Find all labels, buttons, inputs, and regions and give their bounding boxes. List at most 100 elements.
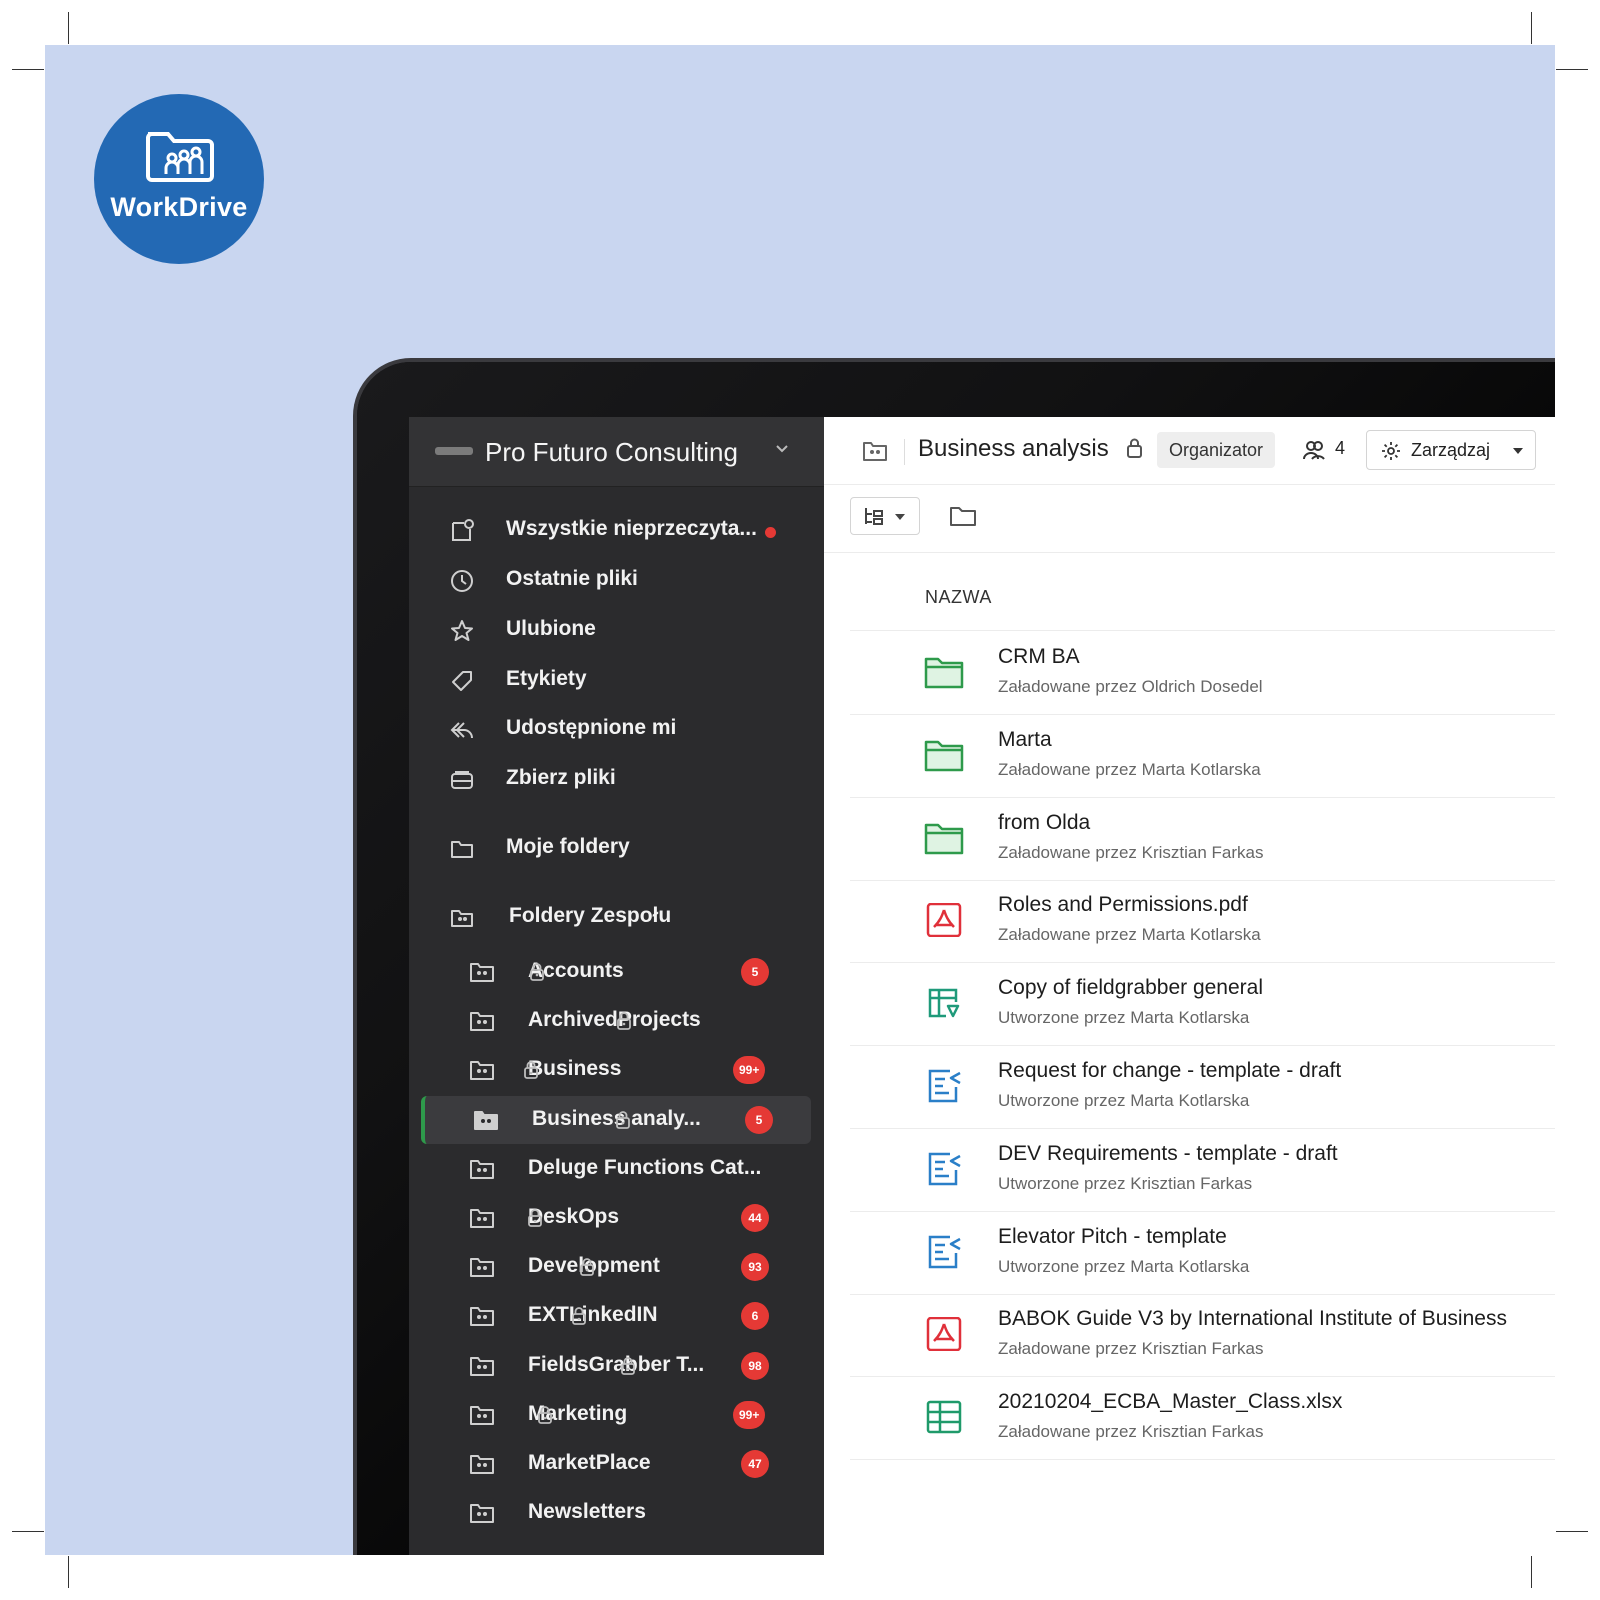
background-panel: WorkDrive Pro Futuro Consulting Wszystki…: [45, 45, 1555, 1555]
team-folder-icon: [470, 1061, 494, 1081]
nav-favorites[interactable]: Ulubione: [409, 607, 824, 653]
team-folder-item[interactable]: MarketPlace 47: [421, 1440, 811, 1488]
file-row[interactable]: Copy of fieldgrabber general Utworzone pr…: [850, 962, 1555, 1047]
org-logo: [435, 447, 473, 455]
file-name[interactable]: from Olda: [998, 811, 1090, 835]
team-folder-icon: [451, 910, 473, 927]
new-folder-icon[interactable]: [948, 503, 978, 529]
team-folder-icon: [470, 1405, 494, 1425]
crop-mark: [68, 1556, 69, 1588]
unread-count-badge: 99+: [733, 1056, 766, 1085]
file-owner: Załadowane przez Krisztian Farkas: [998, 842, 1264, 862]
file-name[interactable]: CRM BA: [998, 645, 1080, 669]
members-count[interactable]: 4: [1335, 438, 1345, 459]
team-folder-icon: [470, 963, 494, 982]
document-icon: [928, 1152, 961, 1186]
crop-mark: [68, 12, 69, 44]
toolbar: [824, 485, 1555, 553]
nav-labels[interactable]: Etykiety: [409, 657, 824, 703]
file-name[interactable]: Request for change - template - draft: [998, 1059, 1341, 1083]
folder-icon: [924, 823, 964, 854]
team-folder-label: ArchivedProjects: [528, 1008, 701, 1032]
file-owner: Utworzone przez Marta Kotlarska: [998, 1256, 1250, 1276]
file-row[interactable]: BABOK Guide V3 by International Institut…: [850, 1293, 1555, 1378]
org-name: Pro Futuro Consulting: [485, 437, 738, 467]
members-icon[interactable]: [1302, 439, 1326, 461]
file-row[interactable]: Request for change - template - draft Utw…: [850, 1045, 1555, 1129]
file-name[interactable]: DEV Requirements - template - draft: [998, 1142, 1338, 1166]
unread-icon: [452, 519, 474, 541]
crop-mark: [1531, 1556, 1532, 1588]
nav-collect-files[interactable]: Zbierz pliki: [409, 756, 824, 802]
manage-label: Zarządzaj: [1411, 440, 1491, 460]
crop-mark: [12, 1531, 44, 1532]
team-folder-icon: [470, 1209, 494, 1228]
team-folder-item[interactable]: Marketing 99+: [421, 1391, 811, 1439]
nav-unread[interactable]: Wszystkie nieprzeczyta...: [409, 507, 824, 553]
unread-count-badge: 5: [745, 1105, 773, 1134]
file-owner: Utworzone przez Marta Kotlarska: [998, 1008, 1250, 1028]
file-owner: Załadowane przez Krisztian Farkas: [998, 1422, 1264, 1442]
clock-icon: [451, 570, 473, 592]
lock-icon: [538, 1405, 552, 1424]
app-screen: Pro Futuro Consulting Wszystkie nieprzec…: [409, 417, 1555, 1555]
nav-recent[interactable]: Ostatnie pliki: [409, 557, 824, 603]
team-folder-item[interactable]: Development 93: [421, 1243, 811, 1291]
team-folder-label: EXTLinkedIN: [528, 1303, 658, 1327]
team-folder-item[interactable]: EXTLinkedIN 6: [421, 1292, 811, 1340]
unread-count-badge: 47: [741, 1450, 769, 1478]
lock-icon: [572, 1307, 586, 1326]
page: WorkDrive Pro Futuro Consulting Wszystki…: [0, 0, 1600, 1600]
file-name[interactable]: 20210204_ECBA_Master_Class.xlsx: [998, 1390, 1342, 1414]
nav-label: Foldery Zespołu: [509, 904, 672, 927]
team-folder-icon: [470, 1307, 494, 1327]
file-row[interactable]: 20210204_ECBA_Master_Class.xlsx Załadowan…: [850, 1376, 1555, 1461]
team-folder-icon: [470, 1258, 494, 1278]
lock-icon: [530, 963, 544, 981]
inbox-icon: [451, 771, 473, 789]
nav-my-folders[interactable]: Moje foldery: [409, 825, 824, 871]
file-row[interactable]: DEV Requirements - template - draft Utwor…: [850, 1128, 1555, 1212]
unread-count-badge: 93: [741, 1253, 769, 1282]
lock-icon: [1127, 438, 1142, 458]
crop-mark: [1556, 69, 1588, 70]
team-folder-item[interactable]: Newsletters: [421, 1489, 811, 1537]
document-icon: [928, 1235, 961, 1268]
team-folder-label: Business: [528, 1057, 622, 1081]
file-name[interactable]: Marta: [998, 728, 1052, 752]
nav-team-folders[interactable]: Foldery Zespołu: [409, 894, 824, 940]
tree-view-button[interactable]: [850, 497, 920, 535]
team-folder-item[interactable]: Business analy... 5: [421, 1095, 811, 1144]
file-name[interactable]: Elevator Pitch - template: [998, 1225, 1227, 1249]
file-row[interactable]: CRM BA Załadowane przez Oldrich Dosedel: [850, 631, 1555, 715]
nav-shared-with-me[interactable]: Udostępnione mi: [409, 706, 824, 752]
manage-button[interactable]: Zarządzaj: [1366, 430, 1536, 470]
team-folder-item[interactable]: Business 99+: [421, 1046, 811, 1094]
file-owner: Załadowane przez Krisztian Farkas: [998, 1339, 1264, 1359]
file-name[interactable]: Roles and Permissions.pdf: [998, 893, 1248, 917]
team-folder-label: FieldsGrabber T...: [528, 1352, 705, 1376]
file-row[interactable]: Marta Załadowane przez Marta Kotlarska: [850, 714, 1555, 798]
team-folder-item[interactable]: ArchivedProjects: [421, 997, 811, 1045]
team-folder-item[interactable]: Deluge Functions Cat...: [421, 1145, 811, 1193]
unread-count-badge: 44: [741, 1204, 769, 1232]
file-row[interactable]: Elevator Pitch - template Utworzone przez…: [850, 1211, 1555, 1295]
column-header-name[interactable]: NAZWA: [925, 587, 992, 608]
team-folder-item[interactable]: Accounts 5: [421, 948, 811, 996]
team-folder-item[interactable]: FieldsGrabber T... 98: [421, 1342, 811, 1390]
nav-label: Ostatnie pliki: [506, 567, 638, 590]
file-name[interactable]: Copy of fieldgrabber general: [998, 976, 1263, 1000]
unread-count-badge: 98: [741, 1351, 769, 1380]
chevron-down-icon: [776, 445, 788, 453]
workdrive-logo: WorkDrive: [94, 94, 264, 264]
file-row[interactable]: Roles and Permissions.pdf Załadowane prze…: [850, 879, 1555, 964]
org-switcher[interactable]: Pro Futuro Consulting: [409, 417, 824, 487]
caret-down-icon: [895, 514, 905, 520]
unread-count-badge: 6: [741, 1302, 769, 1331]
team-folder-item[interactable]: DeskOps 44: [421, 1194, 811, 1242]
file-row[interactable]: from Olda Załadowane przez Krisztian Fark…: [850, 797, 1555, 881]
lock-icon: [524, 1061, 538, 1080]
nav-label: Udostępnione mi: [506, 716, 677, 739]
spreadsheet-icon: [926, 1400, 962, 1434]
file-name[interactable]: BABOK Guide V3 by International Institut…: [998, 1307, 1507, 1331]
